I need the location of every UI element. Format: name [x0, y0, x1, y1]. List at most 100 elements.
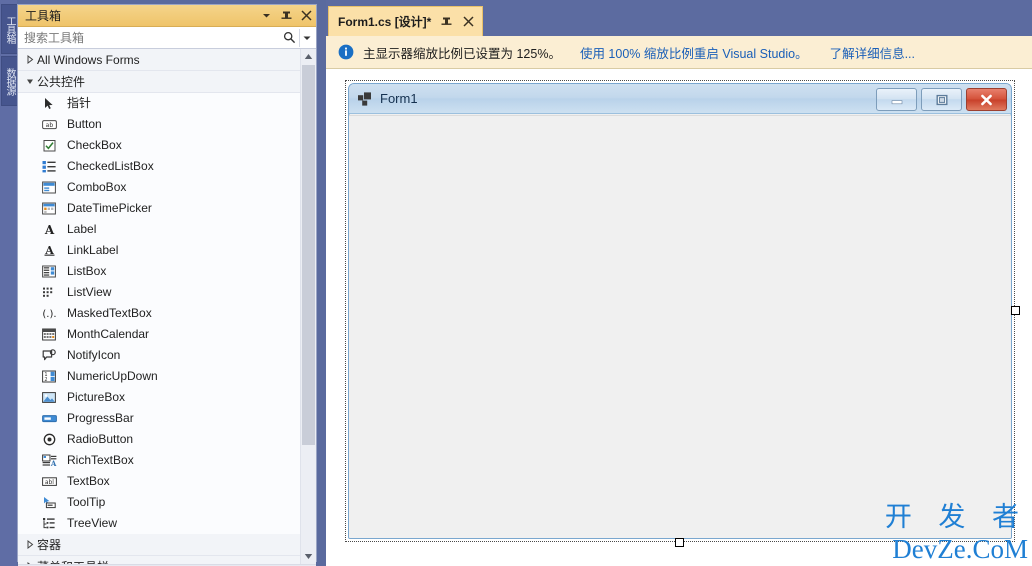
toolbox-item-label[interactable]: CheckedListBox	[67, 156, 154, 177]
minimize-button[interactable]	[876, 88, 917, 111]
toolbox-title: 工具箱	[25, 9, 62, 23]
toolbox-header: 工具箱	[18, 5, 316, 27]
checkedlistbox-icon	[40, 158, 58, 176]
toolbox-item-label-control[interactable]: A Label	[18, 219, 301, 240]
toolbox-group-menus-toolbars[interactable]: 菜单和工具栏	[18, 556, 301, 564]
toolbox-item-label: TextBox	[67, 474, 110, 488]
form1-title-bar[interactable]: Form1	[349, 84, 1011, 114]
button-icon: ab	[40, 116, 58, 134]
search-icon[interactable]	[281, 29, 297, 47]
toolbox-item-checkedlistbox: CheckedListBox	[18, 156, 301, 177]
svg-text:(.).: (.).	[42, 309, 56, 320]
toolbox-item-label: CheckBox	[67, 138, 122, 152]
toolbox-item-label: ProgressBar	[67, 411, 134, 425]
toolbox-item-combobox[interactable]: ComboBox	[18, 177, 301, 198]
toolbox-item-radiobutton[interactable]: RadioButton	[18, 429, 301, 450]
toolbox-item-pointer[interactable]: 指针	[18, 93, 301, 114]
toolbox-item-checkbox[interactable]: CheckBox	[18, 135, 301, 156]
pin-icon[interactable]	[280, 8, 293, 23]
toolbox-item-picturebox[interactable]: PictureBox	[18, 387, 301, 408]
form1-title-text: Form1	[380, 91, 418, 106]
toolbox-item-listview[interactable]: ListView	[18, 282, 301, 303]
svg-text:A: A	[49, 459, 56, 467]
vertical-tab-toolbox[interactable]: 工具箱	[1, 4, 18, 54]
toolbox-list-scroll-area: All Windows Forms 公共控件 指针 ab Button Chec…	[18, 49, 301, 564]
minimize-icon	[891, 99, 902, 104]
vertical-tab-data-sources[interactable]: 数据源	[1, 56, 18, 106]
toolbox-item-label: LinkLabel	[67, 243, 119, 257]
monthcalendar-icon	[40, 326, 58, 344]
info-bar-restart-link[interactable]: 使用 100% 缩放比例重启 Visual Studio。	[580, 43, 808, 62]
toolbox-search-icons	[281, 28, 316, 47]
toolbox-item-label: ListBox	[67, 264, 107, 278]
close-button[interactable]	[966, 88, 1007, 111]
toolbox-item-linklabel[interactable]: A LinkLabel	[18, 240, 301, 261]
form1-window[interactable]: Form1	[348, 83, 1012, 539]
form-icon	[357, 91, 373, 107]
toolbox-item-textbox[interactable]: abl TextBox	[18, 471, 301, 492]
resize-grip-right[interactable]	[1011, 306, 1020, 315]
toolbox-item-label: Button	[67, 117, 102, 131]
toolbox-vertical-scrollbar[interactable]	[300, 49, 316, 564]
toolbox-item-listbox[interactable]: ListBox	[18, 261, 301, 282]
info-bar: 主显示器缩放比例已设置为 125%。 使用 100% 缩放比例重启 Visual…	[326, 36, 1032, 69]
listview-icon	[40, 284, 58, 302]
toolbox-group-all-windows-forms[interactable]: All Windows Forms	[18, 49, 301, 71]
scroll-up-arrow-icon[interactable]	[301, 49, 316, 64]
toolbox-list: All Windows Forms 公共控件 指针 ab Button Chec…	[18, 49, 316, 564]
form-designer-surface[interactable]: Form1 开 发 者 DevZe.CoM	[326, 69, 1032, 566]
toolbox-group-common-controls[interactable]: 公共控件	[18, 71, 301, 93]
combobox-icon	[40, 179, 58, 197]
toolbox-item-treeview[interactable]: TreeView	[18, 513, 301, 534]
document-tab-title: Form1.cs [设计]*	[338, 15, 432, 29]
info-bar-learn-more-link[interactable]: 了解详细信息...	[830, 43, 915, 62]
form-selection-wrapper: Form1	[345, 80, 1020, 547]
toolbox-item-label: NotifyIcon	[67, 348, 121, 362]
maximize-icon	[936, 94, 948, 105]
toolbox-item-label: Label	[67, 222, 97, 236]
datetimepicker-icon	[40, 200, 58, 218]
notifyicon-icon	[40, 347, 58, 365]
scroll-down-arrow-icon[interactable]	[301, 549, 316, 564]
toolbox-search-row	[18, 27, 316, 49]
search-options-chevron-down-icon[interactable]	[299, 28, 313, 47]
toolbox-group-label: 公共控件	[37, 75, 86, 89]
toolbox-item-datetimepicker[interactable]: DateTimePicker	[18, 198, 301, 219]
toolbox-item-label: NumericUpDown	[67, 369, 158, 383]
toolbox-item-label: RichTextBox	[67, 453, 134, 467]
toolbox-item-label: TreeView	[67, 516, 118, 530]
resize-grip-bottom[interactable]	[675, 538, 684, 547]
pin-icon[interactable]	[440, 15, 453, 29]
toolbox-item-label: RadioButton	[67, 432, 134, 446]
toolbox-item-tooltip[interactable]: ToolTip	[18, 492, 301, 513]
form1-client-area[interactable]	[349, 115, 1011, 538]
toolbox-item-notifyicon[interactable]: NotifyIcon	[18, 345, 301, 366]
document-tab-strip: Form1.cs [设计]*	[326, 0, 1032, 36]
maximize-button[interactable]	[921, 88, 962, 111]
toolbox-search-input[interactable]	[18, 29, 281, 46]
numericupdown-icon: 1 2	[40, 368, 58, 386]
toolbox-panel: 工具箱 搜索工具箱 All Windows Forms 公共控件 指针 ab B…	[17, 4, 317, 566]
toolbox-item-numericupdown[interactable]: 1 2 NumericUpDown	[18, 366, 301, 387]
chevron-right-icon	[23, 540, 37, 549]
toolbox-item-label: MaskedTextBox	[67, 306, 152, 320]
toolbox-item-monthcalendar[interactable]: MonthCalendar	[18, 324, 301, 345]
scrollbar-thumb[interactable]	[302, 65, 315, 445]
toolbox-item-richtextbox[interactable]: A RichTextBox	[18, 450, 301, 471]
auto-hide-tab-strip: 工具箱 数据源	[0, 0, 18, 566]
picturebox-icon	[40, 389, 58, 407]
tooltip-icon	[40, 494, 58, 512]
toolbox-item-button[interactable]: ab Button	[18, 114, 301, 135]
document-tab-form1-designer[interactable]: Form1.cs [设计]*	[328, 6, 484, 36]
toolbox-item-progressbar[interactable]: ProgressBar	[18, 408, 301, 429]
chevron-down-icon[interactable]	[260, 8, 273, 23]
close-icon[interactable]	[300, 8, 313, 23]
toolbox-item-maskedtextbox[interactable]: (.). MaskedTextBox	[18, 303, 301, 324]
vertical-tab-data-sources-label: 数据源	[4, 67, 15, 95]
info-bar-message: 主显示器缩放比例已设置为 125%。	[363, 46, 561, 61]
close-icon[interactable]	[462, 15, 475, 29]
toolbox-group-label: 容器	[37, 538, 62, 552]
progressbar-icon	[40, 410, 58, 428]
toolbox-group-containers[interactable]: 容器	[18, 534, 301, 556]
maskedtextbox-icon: (.).	[40, 305, 58, 323]
